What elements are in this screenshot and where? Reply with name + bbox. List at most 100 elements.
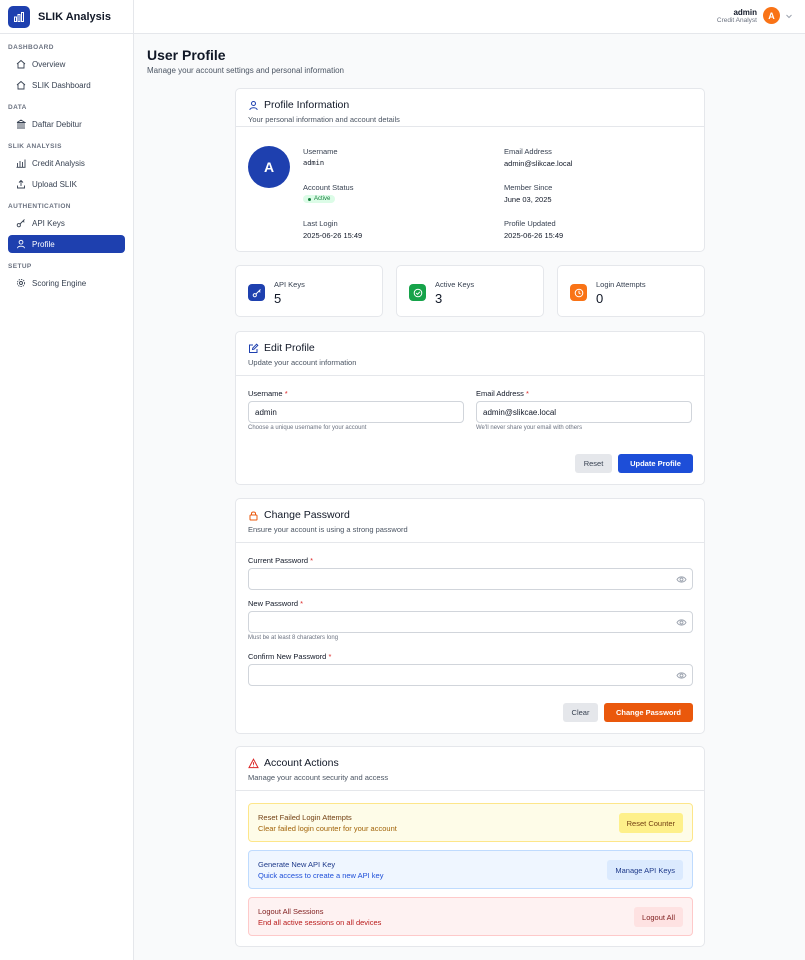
nav-header-dashboard: DASHBOARD — [8, 44, 54, 51]
sidebar-item-credit-analysis[interactable]: Credit Analysis — [8, 154, 125, 172]
email-value: admin@slikcae.local — [504, 159, 573, 168]
manage-api-keys-button[interactable]: Manage API Keys — [607, 860, 683, 880]
sidebar-item-label: Scoring Engine — [32, 278, 87, 288]
edit-icon — [249, 342, 259, 353]
key-icon — [248, 284, 265, 301]
action-title: Generate New API Key — [258, 860, 336, 869]
sidebar-item-label: Daftar Debitur — [32, 119, 82, 129]
new-password-help: Must be at least 8 characters long — [248, 635, 339, 641]
confirm-password-label: Confirm New Password * — [248, 652, 332, 661]
change-password-card: Change Password Ensure your account is u… — [235, 498, 705, 734]
action-description: Quick access to create a new API key — [258, 871, 384, 880]
sidebar-item-slik-dashboard[interactable]: SLIK Dashboard — [8, 76, 125, 94]
home-icon — [16, 80, 26, 90]
sidebar-item-label: Upload SLIK — [32, 179, 77, 189]
new-password-input[interactable] — [248, 611, 693, 633]
profile-information-card: Profile Information Your personal inform… — [235, 88, 705, 252]
eye-icon[interactable] — [676, 670, 687, 681]
card-title: Change Password — [264, 509, 350, 521]
clear-button[interactable]: Clear — [563, 703, 598, 722]
bar-chart-icon — [8, 5, 30, 28]
stat-label: Login Attempts — [596, 280, 646, 289]
account-status-label: Account Status — [303, 183, 354, 192]
reset-counter-button[interactable]: Reset Counter — [618, 813, 683, 833]
reset-button[interactable]: Reset — [575, 454, 612, 473]
sidebar-item-label: API Keys — [32, 218, 65, 228]
username-value: admin — [303, 159, 325, 167]
action-title: Logout All Sessions — [258, 907, 324, 916]
email-field-label: Email Address * — [476, 389, 529, 398]
upload-icon — [17, 179, 25, 189]
eye-icon[interactable] — [676, 574, 687, 585]
email-input[interactable] — [476, 401, 692, 423]
sidebar-item-profile[interactable]: Profile — [8, 235, 125, 253]
chevron-down-icon[interactable] — [785, 12, 793, 20]
card-title: Account Actions — [264, 757, 339, 769]
stat-value: 0 — [596, 291, 604, 306]
nav-header-data: DATA — [8, 104, 27, 111]
sidebar-item-label: SLIK Dashboard — [32, 80, 91, 90]
card-subtitle: Your personal information and account de… — [248, 115, 400, 124]
card-title: Edit Profile — [264, 342, 315, 354]
brand[interactable]: SLIK Analysis — [0, 0, 133, 34]
stat-value: 3 — [435, 291, 443, 306]
nav-header-authentication: AUTHENTICATION — [8, 203, 71, 210]
sidebar-item-label: Credit Analysis — [32, 158, 85, 168]
page-title: User Profile — [147, 47, 226, 63]
stat-api-keys: API Keys 5 — [235, 265, 383, 317]
profile-updated-label: Profile Updated — [504, 219, 556, 228]
member-since-value: June 03, 2025 — [504, 195, 552, 204]
generate-api-key-action: Generate New API Key Quick access to cre… — [248, 850, 693, 889]
profile-updated-value: 2025-06-26 15:49 — [504, 231, 564, 240]
confirm-password-input[interactable] — [248, 664, 693, 686]
warning-icon — [248, 757, 259, 768]
current-password-input[interactable] — [248, 568, 693, 590]
bar-chart-icon — [16, 159, 26, 168]
user-menu[interactable]: admin Credit Analyst A — [717, 7, 793, 24]
app-name: SLIK Analysis — [38, 10, 111, 23]
username-field-label: Username * — [248, 389, 288, 398]
sidebar-item-scoring-engine[interactable]: Scoring Engine — [8, 274, 125, 292]
card-title: Profile Information — [264, 99, 350, 111]
username-help: Choose a unique username for your accoun… — [248, 425, 367, 431]
edit-profile-card: Edit Profile Update your account informa… — [235, 331, 705, 485]
logout-all-button[interactable]: Logout All — [634, 907, 683, 927]
username-label: Username — [303, 147, 338, 156]
member-since-label: Member Since — [504, 183, 553, 192]
stat-label: Active Keys — [435, 280, 475, 289]
lock-icon — [249, 511, 258, 520]
email-label: Email Address — [504, 147, 552, 156]
new-password-label: New Password * — [248, 599, 304, 608]
username-input[interactable] — [248, 401, 464, 423]
user-icon — [17, 239, 25, 249]
reset-failed-login-action: Reset Failed Login Attempts Clear failed… — [248, 803, 693, 842]
last-login-label: Last Login — [303, 219, 338, 228]
page-subtitle: Manage your account settings and persona… — [147, 66, 345, 75]
email-help: We'll never share your email with others — [476, 425, 583, 431]
card-subtitle: Update your account information — [248, 358, 357, 367]
change-password-button[interactable]: Change Password — [604, 703, 693, 722]
card-subtitle: Ensure your account is using a strong pa… — [248, 525, 408, 534]
last-login-value: 2025-06-26 15:49 — [303, 231, 363, 240]
sidebar-item-daftar-debitur[interactable]: Daftar Debitur — [8, 115, 125, 133]
stat-value: 5 — [274, 291, 282, 306]
sidebar-item-label: Overview — [32, 59, 66, 69]
stat-login-attempts: Login Attempts 0 — [557, 265, 705, 317]
sidebar-item-api-keys[interactable]: API Keys — [8, 214, 125, 232]
sidebar: SLIK Analysis DASHBOARD Overview SLIK Da… — [0, 0, 134, 960]
nav-header-setup: SETUP — [8, 263, 32, 270]
stat-label: API Keys — [274, 280, 305, 289]
sidebar-item-upload-slik[interactable]: Upload SLIK — [8, 175, 125, 193]
home-icon — [16, 59, 26, 69]
action-description: End all active sessions on all devices — [258, 918, 382, 927]
status-badge: Active — [303, 195, 336, 203]
update-profile-button[interactable]: Update Profile — [618, 454, 693, 473]
avatar[interactable]: A — [763, 7, 780, 24]
user-role: Credit Analyst — [716, 16, 757, 24]
user-name: admin — [733, 7, 757, 17]
nav-header-slik-analysis: SLIK ANALYSIS — [8, 143, 62, 150]
sidebar-item-overview[interactable]: Overview — [8, 55, 125, 73]
eye-icon[interactable] — [676, 617, 687, 628]
action-title: Reset Failed Login Attempts — [258, 813, 352, 822]
account-actions-card: Account Actions Manage your account secu… — [235, 746, 705, 947]
